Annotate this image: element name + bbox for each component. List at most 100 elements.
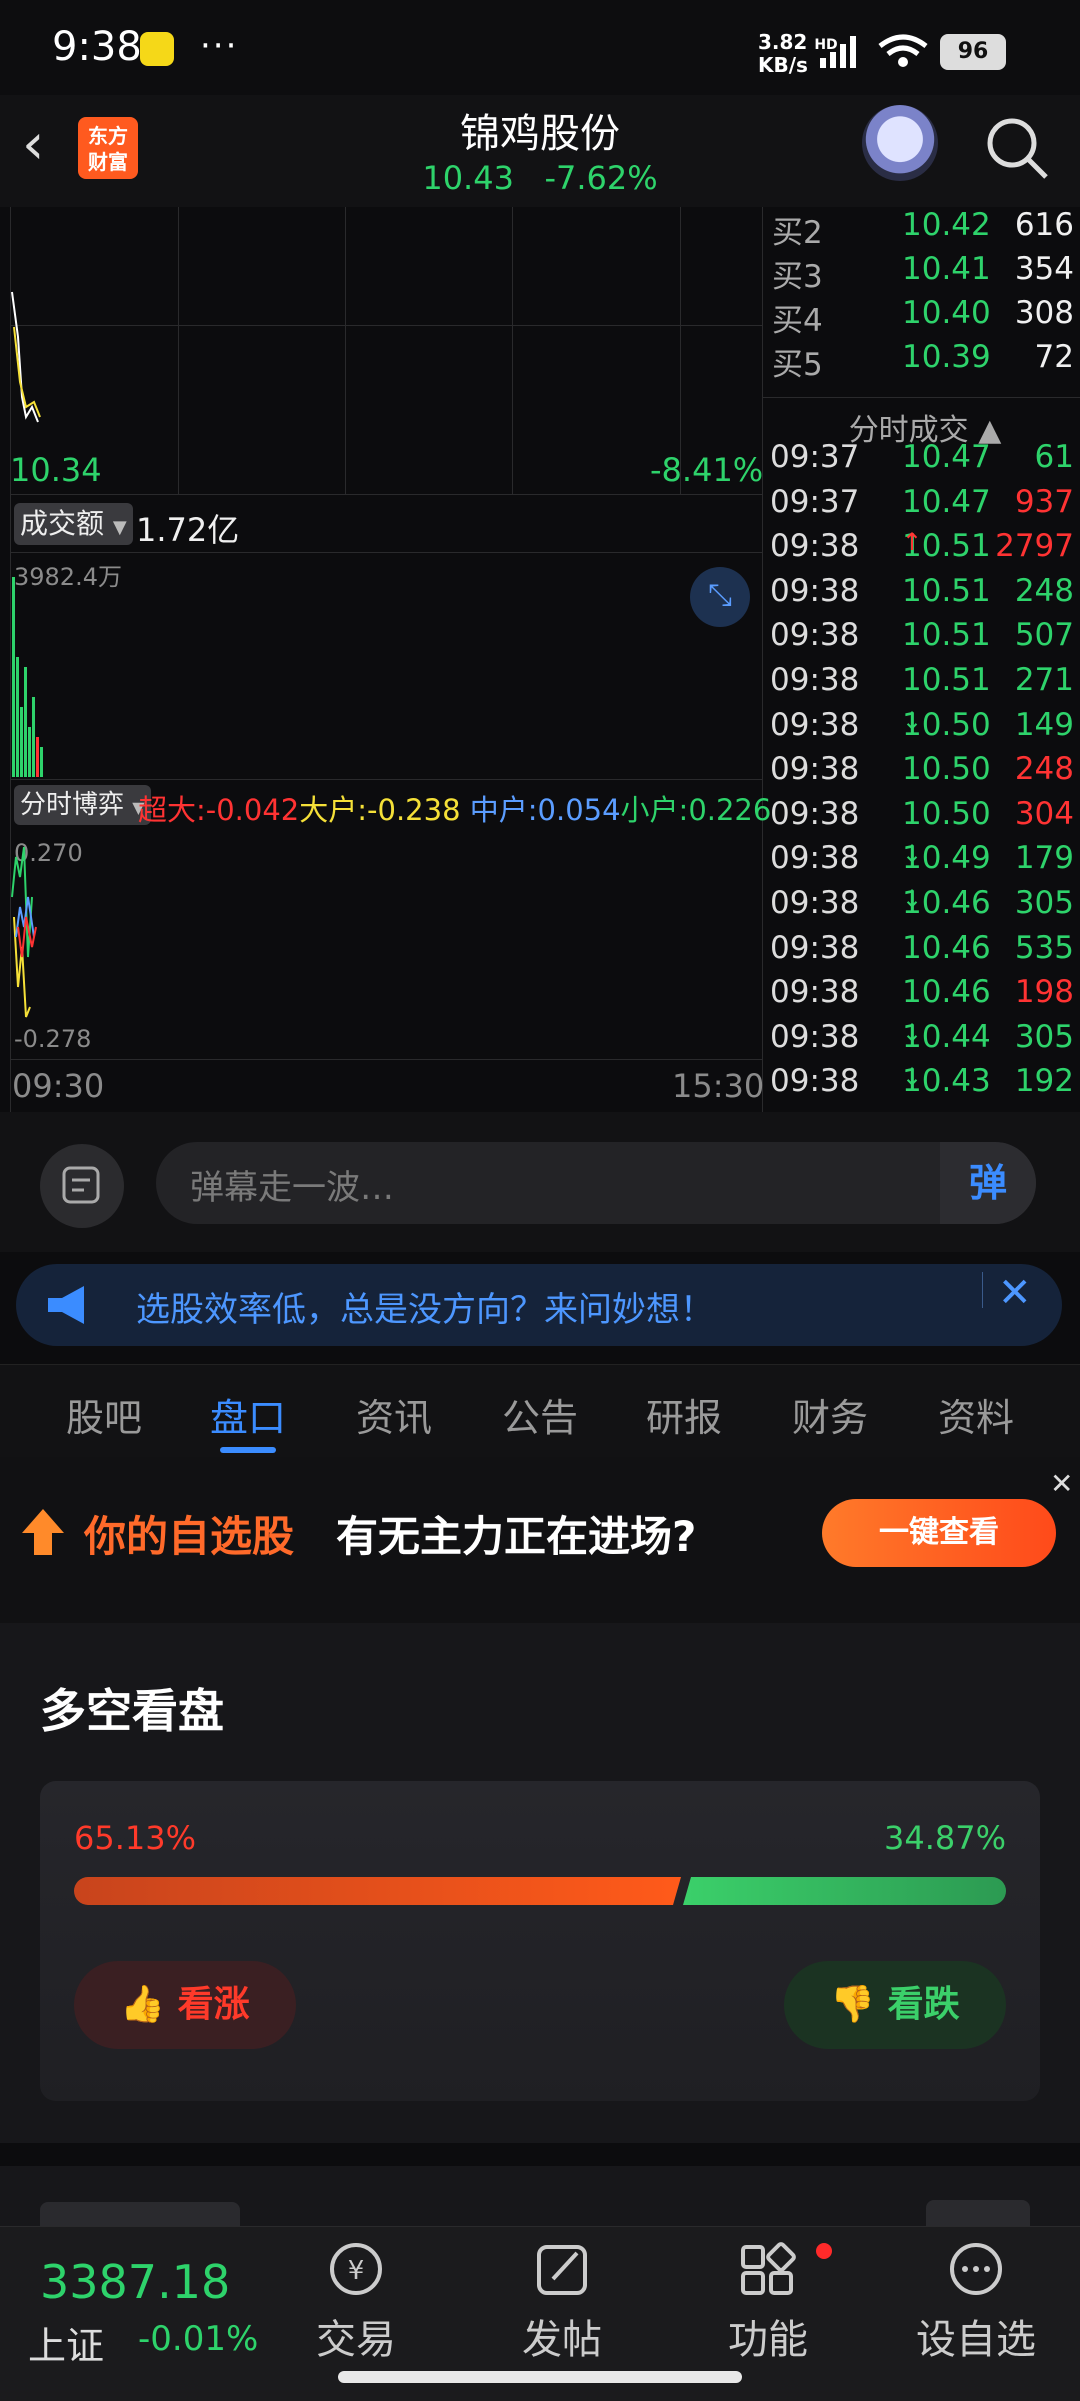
flow-dropdown[interactable]: 分时博弈 ▼	[14, 785, 151, 825]
assistant-robot-icon[interactable]	[862, 105, 938, 181]
next-section-button-placeholder	[926, 2200, 1030, 2226]
notice-divider	[982, 1272, 983, 1308]
arrow-up-icon	[22, 1509, 64, 1555]
bid-price: 10.41	[902, 251, 991, 287]
nav-functions[interactable]: 功能	[698, 2239, 838, 2365]
thumbs-up-icon: 👍	[120, 1984, 166, 2025]
promo-text: 有无主力正在进场?	[336, 1512, 697, 1561]
bull-segment	[74, 1877, 682, 1905]
tab-pankou[interactable]: 盘口	[188, 1387, 308, 1442]
nav-trade[interactable]: ¥ 交易	[286, 2239, 426, 2365]
nav-add-watchlist[interactable]: 设自选	[906, 2239, 1046, 2365]
flow-small: 小户:0.226	[620, 793, 772, 827]
back-button[interactable]: ‹	[22, 117, 72, 177]
stock-name: 锦鸡股份	[460, 111, 620, 157]
trade-volume: 61	[1034, 439, 1074, 475]
trade-row: 09:38 10.51 271	[770, 662, 1080, 706]
danmu-settings-icon[interactable]	[40, 1144, 124, 1228]
bid-volume: 308	[1014, 295, 1074, 331]
trade-time: 09:38	[770, 617, 860, 654]
next-section-title-placeholder	[40, 2202, 240, 2226]
net-speed-unit: KB/s	[758, 53, 808, 77]
tab-guba[interactable]: 股吧	[44, 1387, 164, 1442]
danmu-send-button[interactable]: 弹	[940, 1142, 1036, 1224]
trade-arrow-icon: ↓	[902, 885, 923, 913]
index-value[interactable]: 3387.18	[40, 2255, 230, 2309]
bid-row: 买2 10.42 616	[770, 207, 1080, 251]
trade-price-value: 10.47	[902, 439, 991, 475]
promo-view-button[interactable]: 一键查看	[822, 1499, 1056, 1567]
trade-row: 09:38 10.50 248	[770, 751, 1080, 795]
tab-profile[interactable]: 资料	[916, 1387, 1036, 1442]
trade-price-value: 10.46	[902, 929, 991, 966]
trade-volume: 179	[1014, 840, 1074, 877]
trade-time: 09:38	[770, 840, 860, 877]
logo-line-1: 东方	[88, 124, 128, 148]
close-icon[interactable]: ✕	[998, 1270, 1032, 1316]
nav-post[interactable]: 发帖	[492, 2239, 632, 2365]
nav-post-label: 发帖	[522, 2317, 602, 2363]
danmu-bar: 弹幕走一波… 弹	[0, 1112, 1080, 1252]
index-name[interactable]: 上证	[28, 2315, 104, 2370]
turnover-dropdown[interactable]: 成交额 ▼	[14, 503, 133, 545]
trade-time: 09:37	[770, 439, 860, 475]
trade-row: 09:38 10.50 ↓ 149	[770, 707, 1080, 751]
trade-price-value: 10.51	[902, 617, 991, 654]
bottom-nav: 3387.18 上证 -0.01% ¥ 交易 发帖 功能 设自选	[0, 2226, 1080, 2401]
bullish-button[interactable]: 👍 看涨	[74, 1961, 296, 2049]
volume-bars	[12, 577, 43, 777]
index-change[interactable]: -0.01%	[138, 2319, 258, 2359]
bid-row: 买5 10.39 72	[770, 339, 1080, 383]
home-indicator[interactable]	[338, 2371, 742, 2383]
trade-time: 09:38	[770, 751, 860, 788]
flow-mid: 中户:0.054	[469, 793, 621, 827]
tab-news[interactable]: 资讯	[334, 1387, 454, 1442]
trade-row: 09:38 10.43 ↓ 192	[770, 1063, 1080, 1107]
trade-time: 09:38	[770, 795, 860, 832]
turnover-value: 1.72亿	[136, 511, 240, 549]
trade-time: 09:38	[770, 572, 860, 609]
tab-finance[interactable]: 财务	[770, 1387, 890, 1442]
bullish-label: 看涨	[177, 1984, 250, 2025]
notice-banner[interactable]: 选股效率低，总是没方向？来问妙想！ ✕	[16, 1264, 1062, 1346]
trade-volume: 149	[1014, 706, 1074, 743]
megaphone-icon	[48, 1286, 84, 1324]
trade-row: 09:38 10.46 535	[770, 930, 1080, 974]
grid-icon	[741, 2242, 796, 2295]
tab-announcements[interactable]: 公告	[480, 1387, 600, 1442]
more-notifications-icon: ···	[200, 26, 239, 66]
svg-text:¥: ¥	[348, 2256, 365, 2286]
trade-time: 09:38	[770, 1063, 860, 1100]
price-low-label: 10.34	[10, 451, 102, 489]
bid-price: 10.40	[902, 295, 991, 331]
trade-time: 09:38	[770, 885, 860, 921]
promo-banner[interactable]: 你的自选股 有无主力正在进场? 一键查看 ✕	[0, 1457, 1080, 1623]
flow-legend: 超大:-0.042大户:-0.238 中户:0.054小户:0.226	[138, 787, 771, 829]
signal-icon	[820, 36, 856, 68]
bid-row: 买3 10.41 354	[770, 251, 1080, 295]
expand-icon[interactable]: ⤡	[690, 567, 750, 627]
trade-arrow-icon: ↑	[902, 528, 923, 557]
sentiment-section: 多空看盘 65.13% 34.87% 👍 看涨 👎 看跌	[0, 1623, 1080, 2143]
trade-row: 09:38 10.51 248	[770, 573, 1080, 617]
trade-volume: 304	[1014, 795, 1074, 832]
trade-volume: 248	[1014, 572, 1074, 609]
sentiment-card: 65.13% 34.87% 👍 看涨 👎 看跌	[40, 1781, 1040, 2101]
time-start: 09:30	[12, 1067, 105, 1105]
tab-research[interactable]: 研报	[624, 1387, 744, 1442]
trade-price-value: 10.51	[902, 572, 991, 609]
bid-label: 买4	[772, 303, 823, 339]
search-icon[interactable]	[984, 115, 1050, 181]
trade-price-value: 10.51	[902, 662, 991, 698]
close-icon[interactable]: ✕	[1050, 1467, 1073, 1500]
trade-price-value: 10.50	[902, 795, 991, 832]
trade-row: 09:38 10.46 ↓ 305	[770, 885, 1080, 929]
trade-price-value: 10.47	[902, 483, 991, 520]
app-logo[interactable]: 东方 财富	[78, 117, 138, 179]
time-end: 15:30	[672, 1067, 765, 1105]
stock-header: ‹ 东方 财富 锦鸡股份 10.43 -7.62%	[0, 95, 1080, 207]
bid-row: 买4 10.40 308	[770, 295, 1080, 339]
bearish-button[interactable]: 👎 看跌	[784, 1961, 1006, 2049]
trade-row: 09:38 10.46 198	[770, 974, 1080, 1018]
trade-time: 09:38	[770, 974, 860, 1011]
